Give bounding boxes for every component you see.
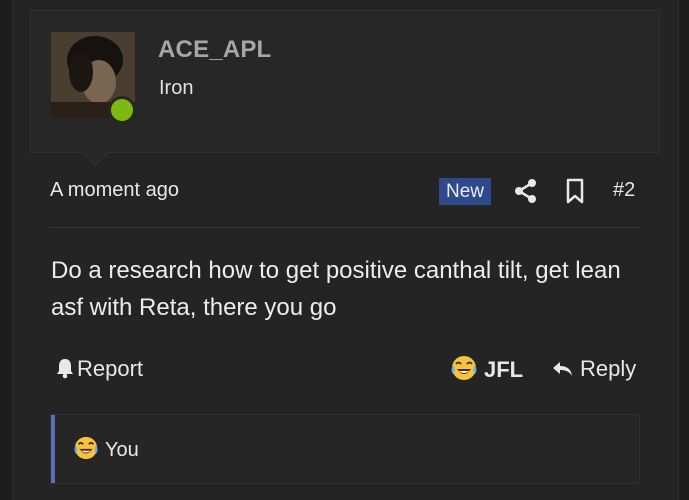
report-label: Report [77,356,144,381]
reactions-summary-content: You [73,435,139,462]
share-icon[interactable] [514,178,538,204]
online-status-indicator [108,96,136,124]
username[interactable]: ACE_APL [158,36,271,64]
reply-arrow-icon [553,362,572,376]
post-body: Do a research how to get positive cantha… [51,257,621,321]
avatar[interactable] [51,32,136,124]
bookmark-icon[interactable] [564,177,586,205]
post-number-link[interactable]: #2 [613,179,635,202]
reply-label: Reply [580,356,637,381]
reaction-label: JFL [484,357,524,382]
user-title: Iron [159,77,194,99]
post-actions: Report JFL Reply [50,354,645,388]
new-badge: New [439,178,492,205]
reactions-accent-bar [51,415,55,483]
report-button[interactable]: Report [55,356,143,382]
crying-laughing-emoji-icon [74,436,98,460]
reaction-button[interactable]: JFL [450,354,523,383]
reactions-summary[interactable]: You [50,414,640,484]
crying-laughing-emoji-icon [451,356,477,380]
reactions-summary-text: You [105,439,139,461]
post-timestamp[interactable]: A moment ago [50,179,179,202]
post-meta-row: A moment ago New #2 [50,174,640,210]
bell-icon [57,359,73,379]
reply-button[interactable]: Reply [552,356,636,382]
divider [50,227,640,228]
